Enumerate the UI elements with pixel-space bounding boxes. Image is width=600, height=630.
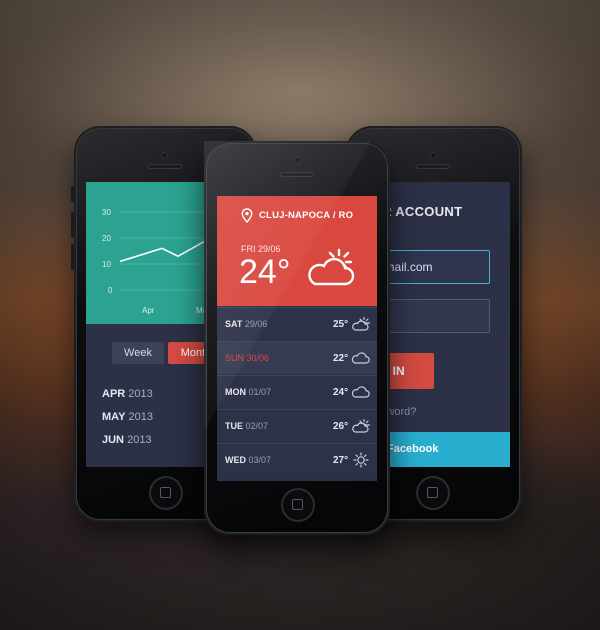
month-item-may[interactable]: MAY 2013 xyxy=(102,411,153,423)
month-label: APR xyxy=(102,388,126,400)
forecast-temp: 27° xyxy=(333,455,349,466)
earpiece-speaker xyxy=(416,164,450,169)
forecast-day: SAT 29/06 xyxy=(225,319,267,329)
year-label: 2013 xyxy=(127,434,152,446)
series-line xyxy=(119,239,207,263)
location-label: CLUJ-NAPOCA / RO xyxy=(259,210,354,221)
sun-icon xyxy=(351,452,371,473)
day-date: 03/07 xyxy=(248,455,272,465)
front-camera xyxy=(161,152,168,159)
month-item-apr[interactable]: APR 2013 xyxy=(102,388,153,400)
day-name: MON xyxy=(225,387,246,397)
week-toggle[interactable]: Week xyxy=(112,342,164,364)
forecast-temp: 25° xyxy=(333,319,349,330)
forecast-temp: 24° xyxy=(333,387,349,398)
year-label: 2013 xyxy=(128,388,153,400)
home-button[interactable] xyxy=(281,488,315,522)
day-date: 30/06 xyxy=(246,353,270,363)
day-name: SUN xyxy=(225,353,245,363)
day-date: 01/07 xyxy=(248,387,272,397)
earpiece-speaker xyxy=(148,164,182,169)
cloud-icon xyxy=(351,350,371,371)
forecast-day: WED 03/07 xyxy=(225,455,271,465)
home-button[interactable] xyxy=(416,476,450,510)
day-name: WED xyxy=(225,455,246,465)
day-date: 29/06 xyxy=(244,319,268,329)
earpiece-speaker xyxy=(280,172,314,177)
partly-cloudy-icon xyxy=(351,418,371,439)
location-pin-icon xyxy=(241,208,253,223)
forecast-row-wed[interactable]: WED 03/07 27° xyxy=(217,443,377,476)
day-name: SAT xyxy=(225,319,243,329)
forecast-day: TUE 02/07 xyxy=(225,421,268,431)
current-temperature: 24° xyxy=(239,253,291,291)
front-camera xyxy=(294,157,301,164)
forecast-day: SUN 30/06 xyxy=(225,353,269,363)
forecast-row-sun[interactable]: SUN 30/06 22° xyxy=(217,341,377,374)
weather-screen: CLUJ-NAPOCA / RO FRI 29/06 24° SAT 29/06… xyxy=(217,196,377,481)
month-label: MAY xyxy=(102,411,126,423)
volume-up-button xyxy=(71,212,74,238)
forecast-row-tue[interactable]: TUE 02/07 26° xyxy=(217,409,377,442)
forecast-day: MON 01/07 xyxy=(225,387,271,397)
current-weather-panel: CLUJ-NAPOCA / RO FRI 29/06 24° xyxy=(217,196,377,306)
day-date: 02/07 xyxy=(245,421,269,431)
volume-down-button xyxy=(71,244,74,270)
month-label: JUN xyxy=(102,434,125,446)
forecast-row-sat[interactable]: SAT 29/06 25° xyxy=(217,307,377,340)
mute-switch xyxy=(71,186,74,202)
forecast-temp: 26° xyxy=(333,421,349,432)
month-item-jun[interactable]: JUN 2013 xyxy=(102,434,152,446)
home-button[interactable] xyxy=(149,476,183,510)
year-label: 2013 xyxy=(128,411,153,423)
front-camera xyxy=(430,152,437,159)
x-label-apr: Apr xyxy=(142,306,155,315)
cloud-sun-icon xyxy=(308,248,355,286)
phone-weather-app: CLUJ-NAPOCA / RO FRI 29/06 24° SAT 29/06… xyxy=(204,141,390,535)
partly-cloudy-icon xyxy=(351,316,371,337)
forecast-temp: 22° xyxy=(333,353,349,364)
blurred-background: 30 20 10 0 Apr Ma Week Mont APR 2013 MAY… xyxy=(0,0,600,630)
forecast-row-mon[interactable]: MON 01/07 24° xyxy=(217,375,377,408)
cloud-icon xyxy=(351,384,371,405)
day-name: TUE xyxy=(225,421,243,431)
